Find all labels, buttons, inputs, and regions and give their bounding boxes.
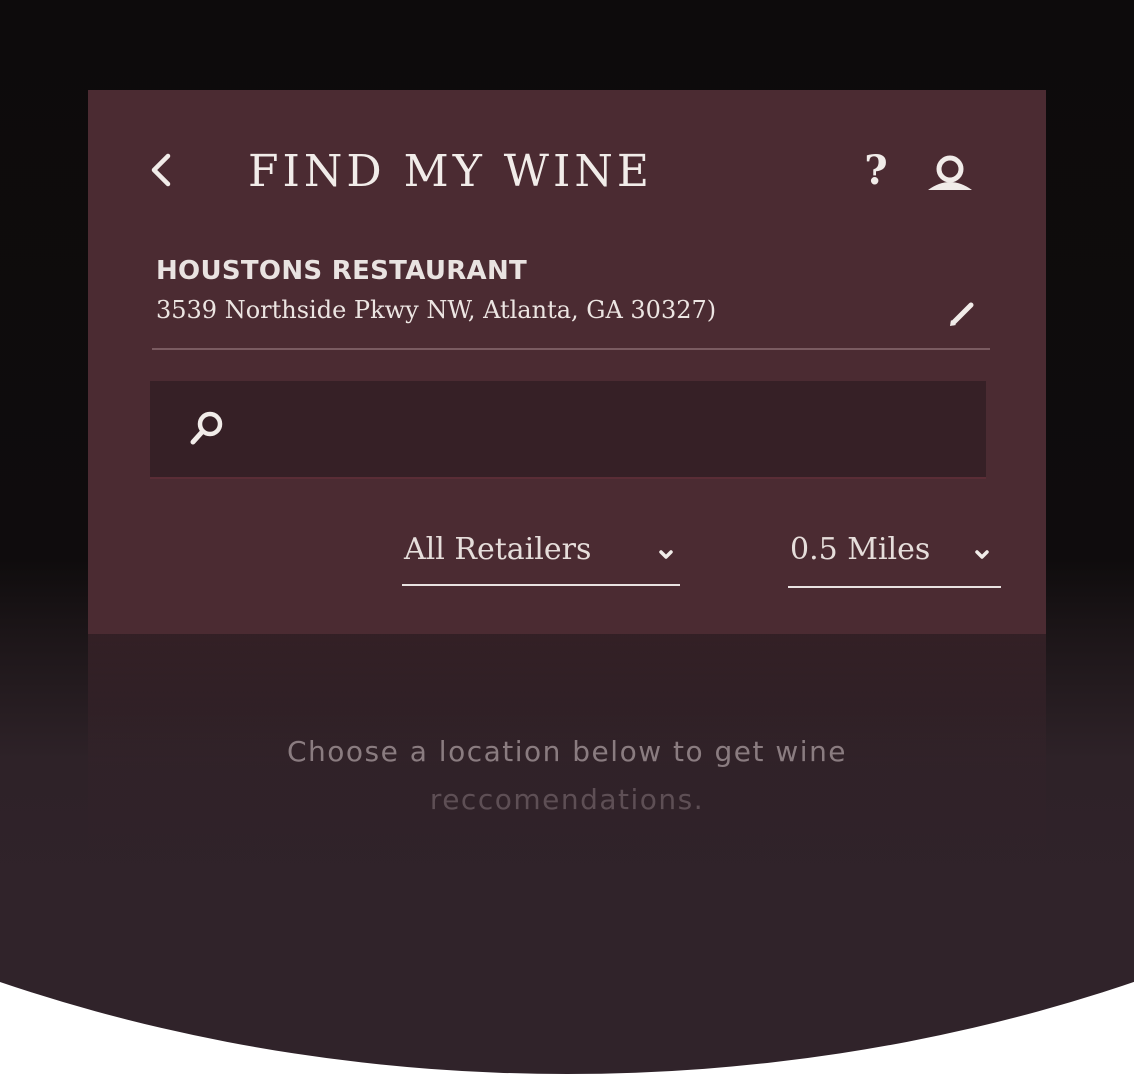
chevron-left-icon (151, 153, 171, 187)
restaurant-address: 3539 Northside Pkwy NW, Atlanta, GA 3032… (156, 296, 717, 324)
empty-state-line-2: reccomendations. (429, 783, 705, 816)
profile-button[interactable] (920, 152, 980, 194)
find-wine-panel: FIND MY WINE ? HOUSTONS RESTAURANT 3539 … (88, 90, 1046, 634)
pencil-icon (950, 302, 974, 326)
page-title: FIND MY WINE (248, 146, 653, 197)
retailer-dropdown[interactable]: All Retailers (402, 526, 680, 586)
retailer-dropdown-value: All Retailers (404, 532, 592, 567)
help-button[interactable]: ? (858, 146, 894, 196)
restaurant-name: HOUSTONS RESTAURANT (156, 256, 528, 286)
empty-state-line-1: Choose a location below to get wine (286, 735, 848, 768)
edit-location-button[interactable] (946, 296, 980, 330)
search-box[interactable] (150, 381, 986, 479)
distance-dropdown[interactable]: 0.5 Miles (788, 526, 1001, 588)
search-input[interactable] (250, 399, 954, 461)
search-icon (190, 411, 223, 445)
chevron-down-icon (975, 550, 989, 559)
chevron-down-icon (659, 550, 673, 559)
back-button[interactable] (144, 150, 180, 190)
location-divider (152, 348, 990, 350)
distance-dropdown-value: 0.5 Miles (790, 532, 931, 567)
empty-state-message: Choose a location below to get wine recc… (267, 728, 867, 824)
user-icon (928, 155, 972, 190)
